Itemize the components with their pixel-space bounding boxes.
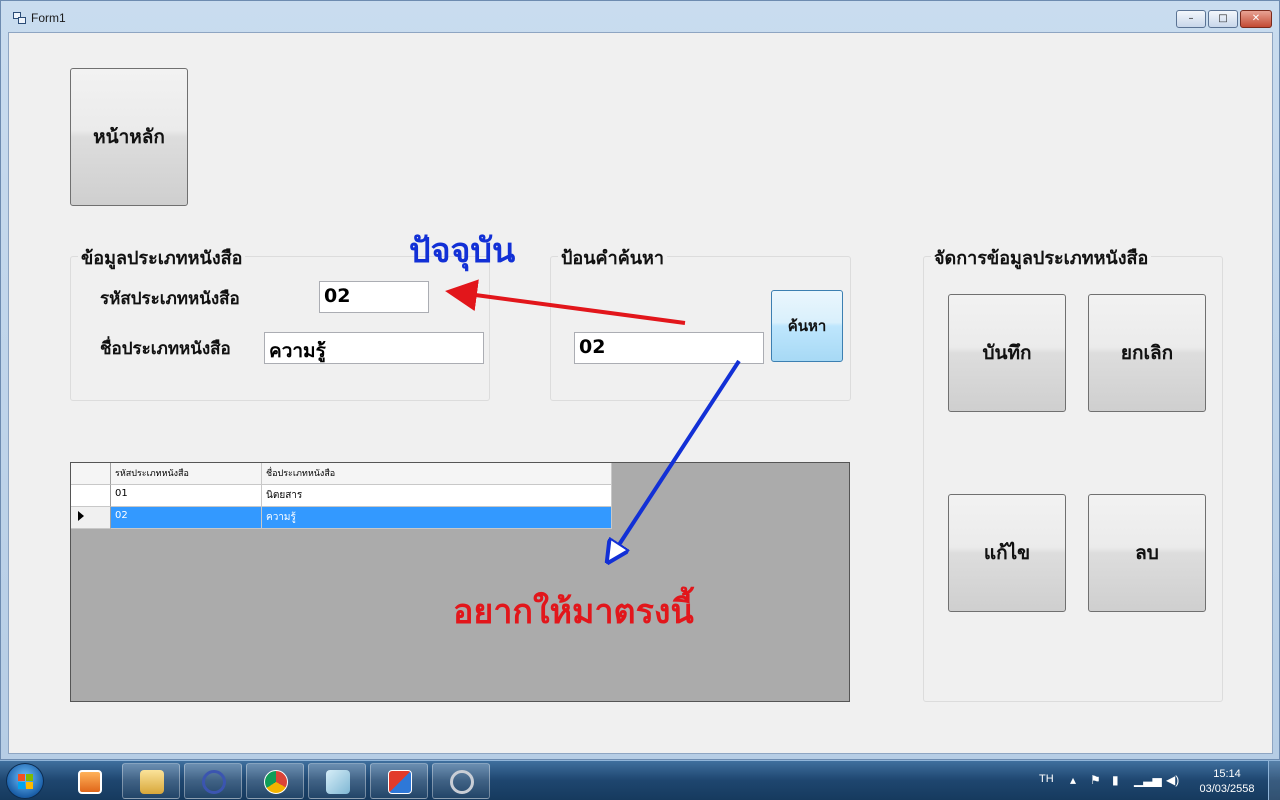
chrome-icon [264, 770, 288, 794]
visual-studio-icon [202, 770, 226, 794]
windows-logo-icon [18, 774, 34, 790]
annotation-want-here-text: อยากให้มาตรงนี้ [453, 592, 694, 632]
maximize-button[interactable]: □ [1208, 10, 1238, 28]
delete-button[interactable]: ลบ [1088, 494, 1206, 612]
search-group-title: ป้อนคำค้นหา [558, 243, 668, 272]
taskbar-media-player[interactable] [60, 763, 118, 799]
edit-button[interactable]: แก้ไข [948, 494, 1066, 612]
form-app-icon [388, 770, 412, 794]
magnifier-icon [450, 770, 474, 794]
book-type-groupbox: ข้อมูลประเภทหนังสือ รหัสประเภทหนังสือ 02… [70, 243, 490, 401]
home-button[interactable]: หน้าหลัก [70, 68, 188, 206]
clock-time: 15:14 [1213, 768, 1241, 780]
book-type-group-title: ข้อมูลประเภทหนังสือ [78, 243, 246, 272]
cell-name[interactable]: ความรู้ [262, 507, 612, 529]
cell-code[interactable]: 01 [111, 485, 262, 507]
book-type-datagrid[interactable]: รหัสประเภทหนังสือ ชื่อประเภทหนังสือ 01 น… [70, 462, 850, 702]
taskbar-chrome[interactable] [246, 763, 304, 799]
media-player-icon [78, 770, 102, 794]
taskbar-visual-studio[interactable] [184, 763, 242, 799]
table-row[interactable]: 01 นิตยสาร [71, 485, 612, 507]
window-title: Form1 [31, 11, 66, 25]
manage-group-title: จัดการข้อมูลประเภทหนังสือ [931, 243, 1152, 272]
table-row-selected[interactable]: 02 ความรู้ [71, 507, 612, 529]
volume-icon[interactable]: ◀) [1166, 773, 1179, 787]
grid-header-row: รหัสประเภทหนังสือ ชื่อประเภทหนังสือ [71, 463, 612, 485]
book-type-name-label: ชื่อประเภทหนังสือ [100, 339, 231, 359]
book-type-code-input[interactable]: 02 [319, 281, 429, 313]
cell-code[interactable]: 02 [111, 507, 262, 529]
cell-name[interactable]: นิตยสาร [262, 485, 612, 507]
start-button[interactable] [6, 763, 44, 799]
network-icon[interactable]: ▁▃▅ [1134, 773, 1162, 787]
search-button[interactable]: ค้นหา [771, 290, 843, 362]
close-button[interactable]: ✕ [1240, 10, 1272, 28]
clock[interactable]: 15:14 03/03/2558 [1192, 767, 1262, 797]
manage-groupbox: จัดการข้อมูลประเภทหนังสือ บันทึก ยกเลิก … [923, 243, 1223, 702]
taskbar: TH ▴ ⚑ ▮ ▁▃▅ ◀) 15:14 03/03/2558 [0, 760, 1280, 800]
row-header-corner [71, 463, 111, 485]
form-icon [13, 12, 27, 24]
book-type-name-input[interactable]: ความรู้ [264, 332, 484, 364]
title-bar[interactable]: Form1 – □ ✕ [1, 1, 1279, 33]
minimize-button[interactable]: – [1176, 10, 1206, 28]
show-hidden-icons-icon[interactable]: ▴ [1070, 773, 1076, 787]
show-desktop-button[interactable] [1268, 761, 1280, 800]
clock-date: 03/03/2558 [1199, 783, 1255, 795]
search-query-input[interactable]: 02 [574, 332, 764, 364]
cancel-button[interactable]: ยกเลิก [1088, 294, 1206, 412]
column-header-name[interactable]: ชื่อประเภทหนังสือ [262, 463, 612, 485]
notepad-icon [326, 770, 350, 794]
form-client-area: หน้าหลัก ข้อมูลประเภทหนังสือ รหัสประเภทห… [8, 32, 1273, 754]
system-tray: TH ▴ ⚑ ▮ ▁▃▅ ◀) 15:14 03/03/2558 [1030, 761, 1270, 800]
app-window: Form1 – □ ✕ หน้าหลัก ข้อมูลประเภทหนังสือ… [0, 0, 1280, 760]
language-indicator[interactable]: TH [1039, 773, 1054, 785]
save-button[interactable]: บันทึก [948, 294, 1066, 412]
taskbar-notepad[interactable] [308, 763, 366, 799]
folder-icon [140, 770, 164, 794]
row-header[interactable] [71, 507, 111, 529]
taskbar-search-app[interactable] [432, 763, 490, 799]
taskbar-form-app[interactable] [370, 763, 428, 799]
column-header-code[interactable]: รหัสประเภทหนังสือ [111, 463, 262, 485]
taskbar-explorer[interactable] [122, 763, 180, 799]
current-row-arrow-icon [78, 511, 84, 521]
row-header[interactable] [71, 485, 111, 507]
book-type-code-label: รหัสประเภทหนังสือ [100, 289, 240, 309]
action-center-flag-icon[interactable]: ⚑ [1090, 773, 1101, 787]
annotation-current-text: ปัจจุบัน [409, 231, 516, 271]
power-icon[interactable]: ▮ [1112, 773, 1119, 787]
